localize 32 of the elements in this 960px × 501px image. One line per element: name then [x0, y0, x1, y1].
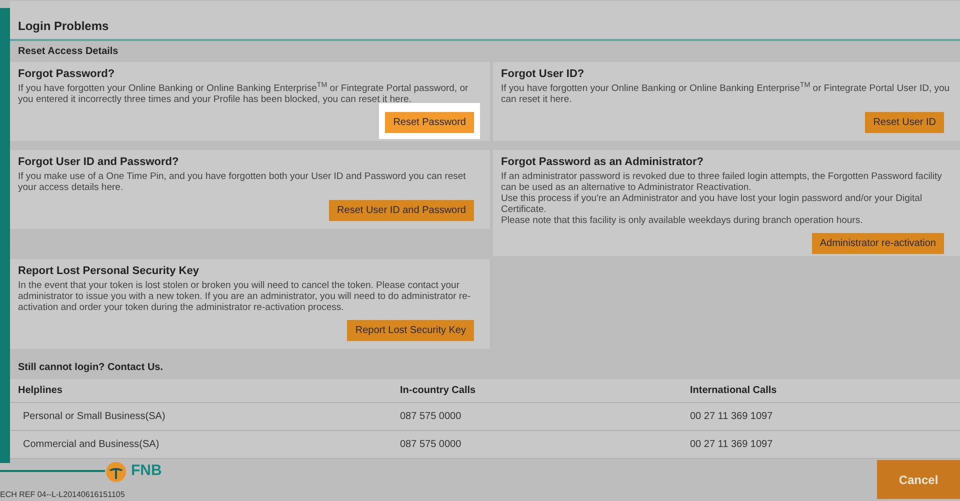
column-header: In-country Calls	[400, 384, 477, 398]
card-heading: Report Lost Personal Security Key	[18, 264, 200, 279]
action-button[interactable]: Reset Password	[385, 112, 474, 132]
table-cell-text: 087 575 0000	[400, 410, 462, 424]
brand-logo-text: FNB	[131, 460, 162, 481]
action-button[interactable]: Administrator re-activation	[812, 232, 944, 254]
tree-logo-icon	[105, 461, 127, 483]
card-text: If you make use of a One Time Pin, and you have forgotten both your User ID and Password you can reset your access details here.	[18, 170, 467, 192]
card-text: If you have forgotten your Online Banking or Online Banking Enterprise$^{TM}$ or Fintegrate Portal User ID, you can reset it here.	[501, 82, 951, 104]
card-text: If you have forgotten your Online Banking or Online Banking Enterprise$^{TM}$ or Fintegrate Portal password, or you entered it incorrectly three times and your Profile has been blocked, you can reset it here.	[18, 82, 470, 104]
card-text: If an administrator password is revoked due to three failed login attempts, the Forgotten Password facility can be used as an alternative to Administrator Reactivation.	[501, 170, 943, 192]
column-header: Helplines	[18, 384, 64, 398]
card-text: Use this process if you're an Administrator and you have lost your login password and/or your Digital Certificate.	[501, 192, 924, 214]
card-heading: Forgot User ID and Password?	[18, 155, 180, 170]
card-text: In the event that your token is lost stolen or broken you will need to cancel the token. Please contact your administrator to issue you with a new token. If you are an administrator, you will need to do administrator re-activation and order your token during the administrator re-activation process.	[18, 280, 472, 312]
table-cell-text: Commercial and Business(SA)	[22, 438, 160, 452]
card-heading: Forgot Password?	[18, 67, 116, 82]
table-cell-text: 087 575 0000	[400, 438, 462, 452]
section-header: Still cannot login? Contact Us.	[10, 356, 960, 379]
section-header: Reset Access Details	[10, 41, 960, 62]
card-text: Please note that this facility is only available weekdays during branch operation hours.	[501, 214, 864, 226]
column-header: International Calls	[690, 384, 778, 398]
table-cell-text: 00 27 11 369 1097	[690, 410, 774, 424]
action-button[interactable]: Reset User ID and Password	[329, 200, 474, 220]
table-cell-text: Personal or Small Business(SA)	[22, 410, 166, 424]
cancel-button[interactable]: Cancel	[877, 460, 960, 499]
action-button[interactable]: Report Lost Security Key	[347, 320, 474, 340]
card-heading: Forgot User ID?	[501, 67, 586, 82]
card-heading: Forgot Password as an Administrator?	[501, 155, 705, 170]
reference-text: ECH REF 04--L-L20140616151105	[0, 489, 126, 501]
action-button[interactable]: Reset User ID	[865, 112, 944, 132]
table-cell-text: 00 27 11 369 1097	[690, 438, 774, 452]
